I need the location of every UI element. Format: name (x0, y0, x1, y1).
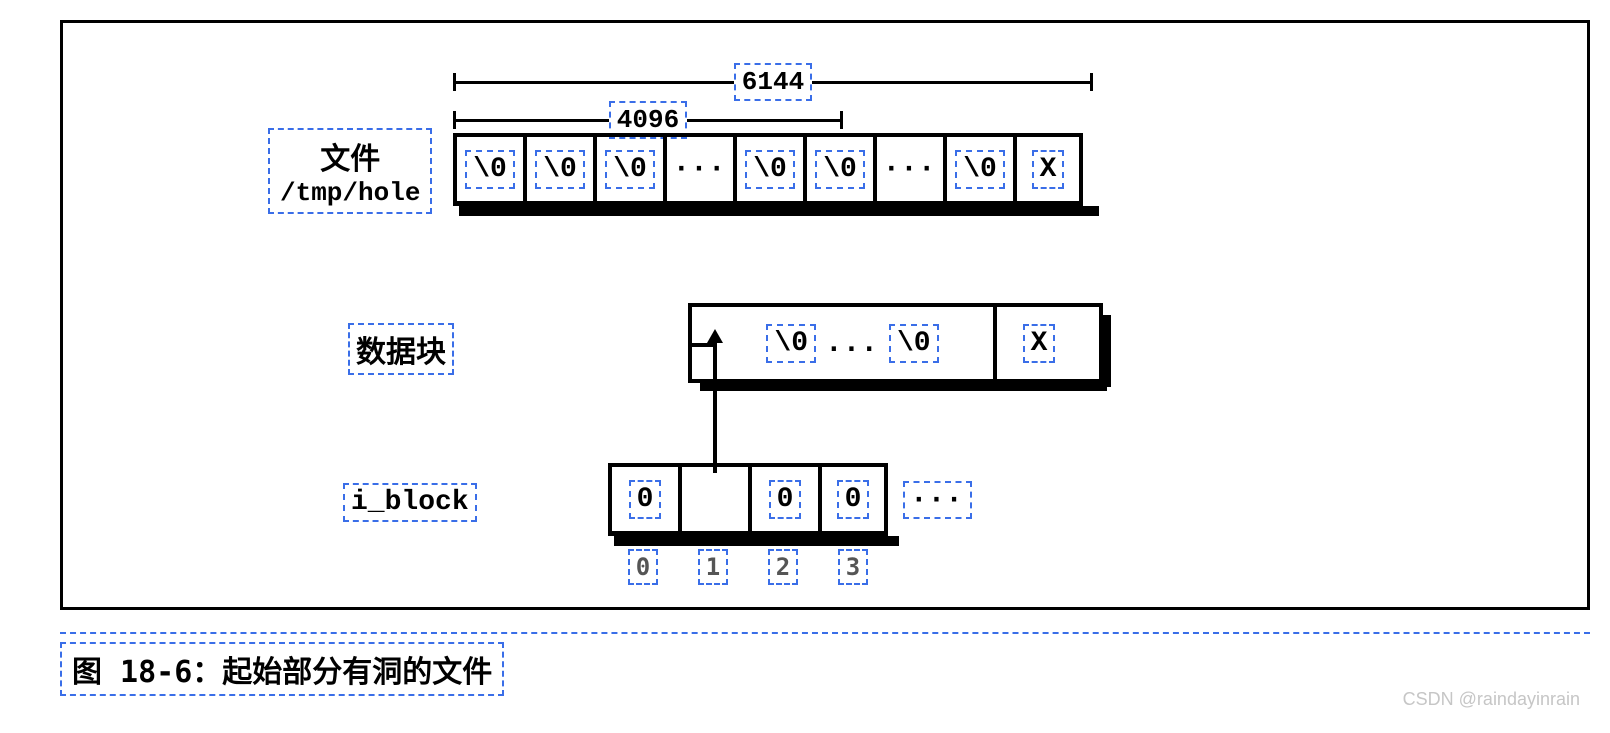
file-cell: \0 (593, 133, 663, 201)
iblock-ellipsis: ··· (903, 481, 972, 519)
datablock-cell: \0 (766, 324, 816, 363)
dimension-total-value: 6144 (734, 63, 812, 101)
file-cells-row: \0 \0 \0 ··· \0 \0 ··· \0 X (453, 133, 1083, 206)
caption-area: 图 18-6：起始部分有洞的文件 (60, 632, 1590, 696)
file-cell: \0 (733, 133, 803, 201)
iblock-index: 2 (768, 549, 798, 585)
datablock-cell: \0 (889, 324, 939, 363)
file-label: 文件 /tmp/hole (268, 128, 432, 214)
file-cell: ··· (873, 133, 943, 201)
pointer-arrow-stub (688, 343, 717, 347)
file-cell: \0 (523, 133, 593, 201)
iblock-cell: 0 (608, 463, 678, 531)
datablock-label: 数据块 (348, 323, 454, 375)
iblock-cell: 0 (818, 463, 888, 531)
iblock-index: 0 (628, 549, 658, 585)
datablock-ellipsis: ... (826, 328, 879, 358)
iblock-row-shadow (614, 536, 899, 546)
iblock-cell: 0 (748, 463, 818, 531)
iblock-label: i_block (343, 483, 477, 522)
file-cell: X (1013, 133, 1083, 201)
diagram-frame: 6144 4096 文件 /tmp/hole \0 \0 \0 ··· \0 \… (60, 20, 1590, 610)
pointer-arrow-vertical (713, 343, 717, 473)
iblock-indices: 0 1 2 3 (608, 549, 888, 585)
file-label-line1: 文件 (320, 134, 380, 178)
datablock-box: \0 ... \0 X (688, 303, 1103, 383)
figure-caption: 图 18-6：起始部分有洞的文件 (60, 642, 504, 696)
file-label-line2: /tmp/hole (280, 178, 420, 208)
pointer-arrowhead (707, 329, 723, 343)
file-row-shadow (459, 206, 1099, 216)
file-cell: \0 (803, 133, 873, 201)
file-cell: \0 (453, 133, 523, 201)
iblock-index: 3 (838, 549, 868, 585)
datablock-cell: X (1023, 324, 1056, 363)
file-cell: ··· (663, 133, 733, 201)
iblock-row: 0 0 0 (608, 463, 888, 536)
watermark: CSDN @raindayinrain (1403, 689, 1580, 710)
iblock-cell (678, 463, 748, 531)
iblock-index: 1 (698, 549, 728, 585)
dimension-total: 6144 (453, 63, 1093, 101)
file-cell: \0 (943, 133, 1013, 201)
